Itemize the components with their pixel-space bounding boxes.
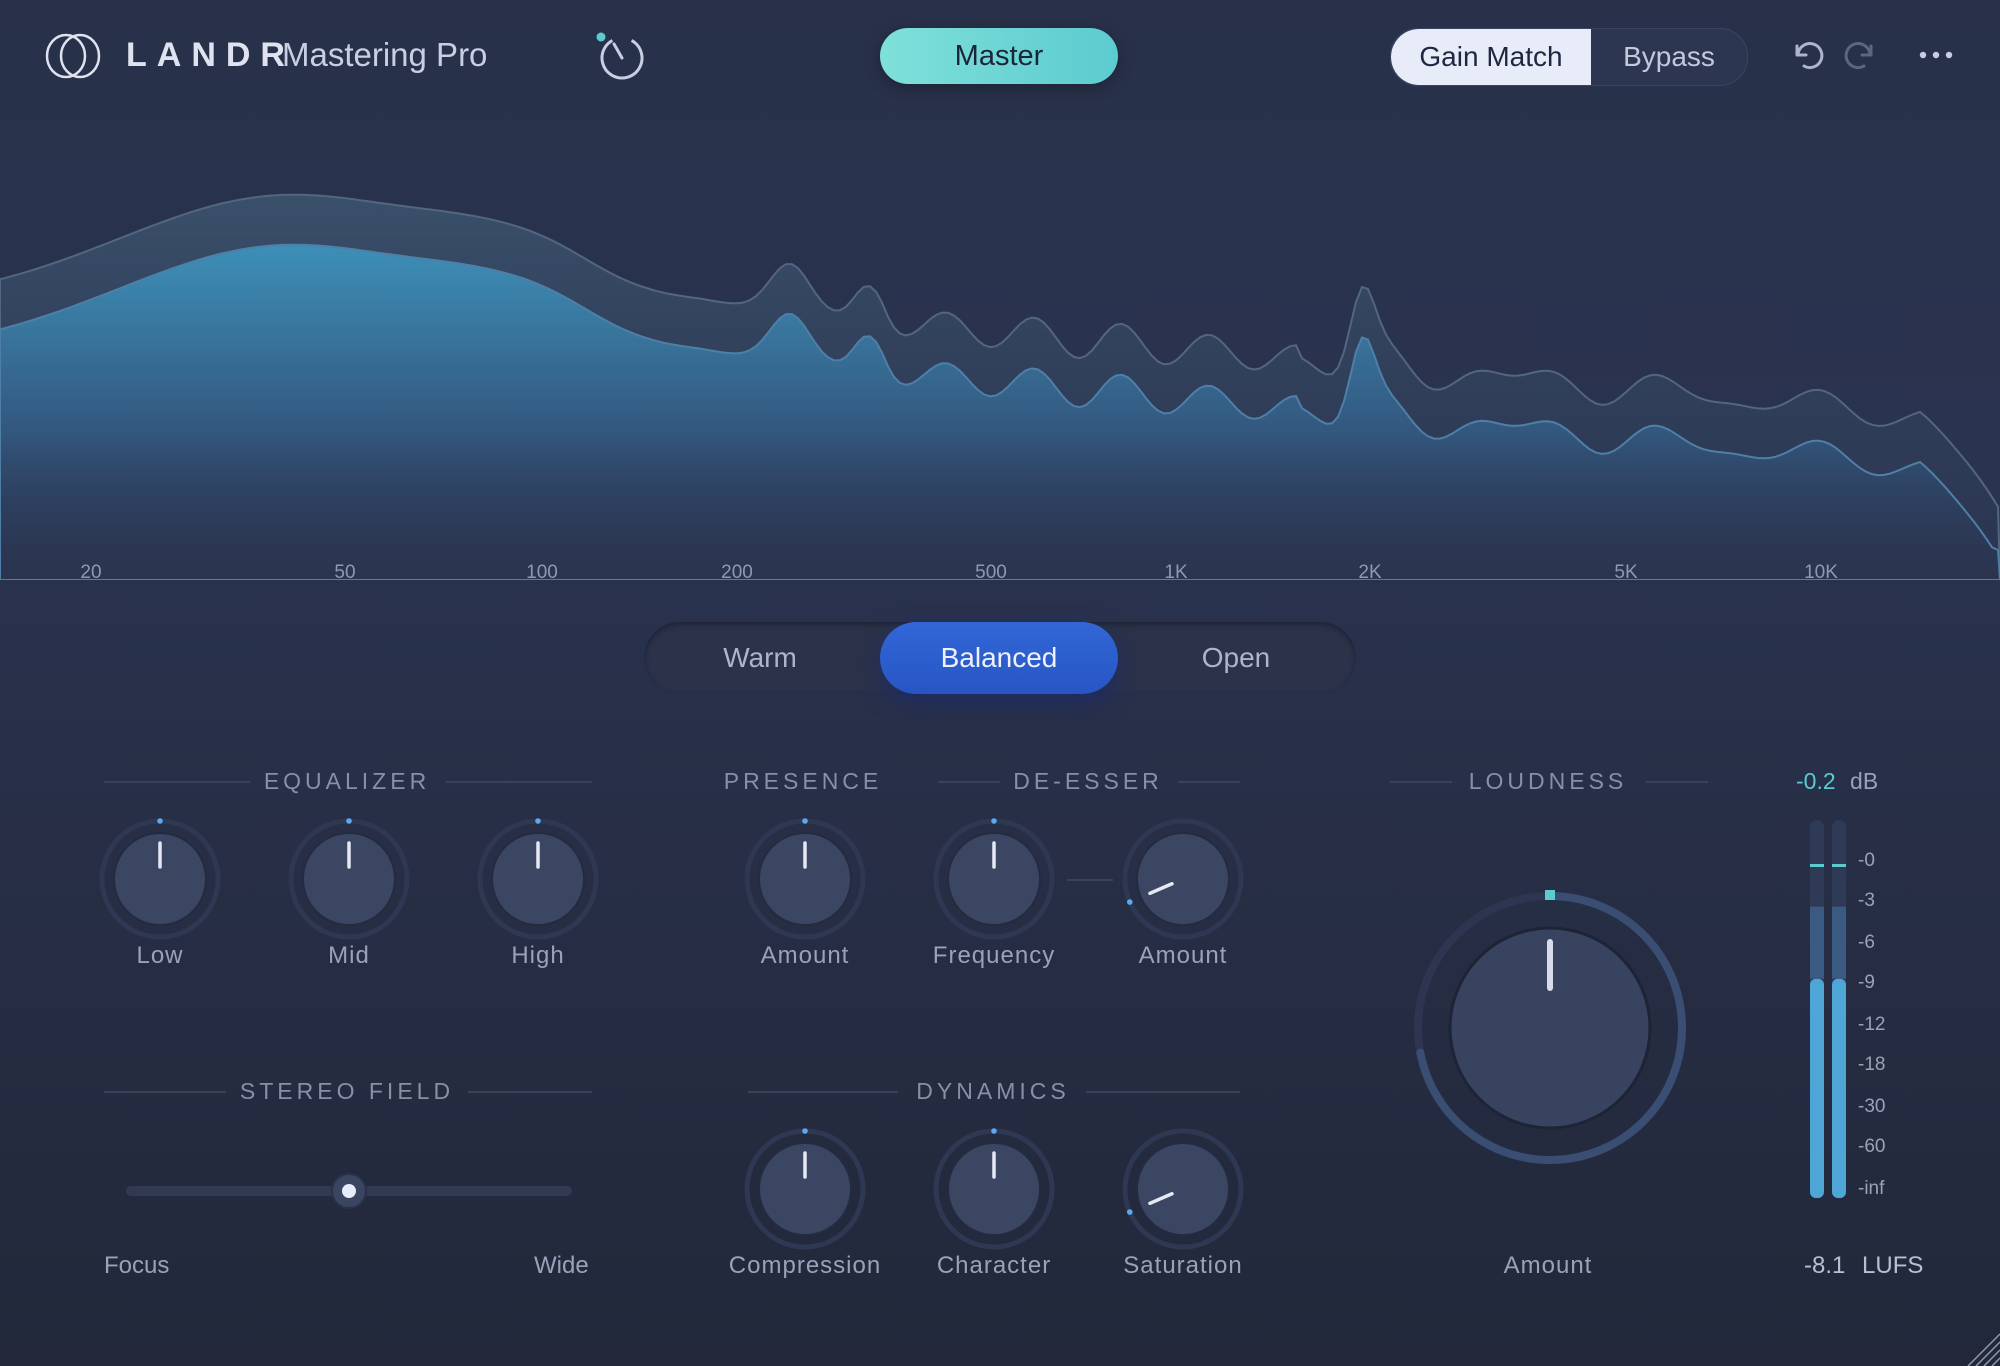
- gain-bypass-toggle: Gain Match Bypass: [1390, 28, 1748, 86]
- loudness-amount-knob[interactable]: [1412, 890, 1688, 1166]
- character-knob[interactable]: [933, 1128, 1055, 1250]
- compression-knob[interactable]: [744, 1128, 866, 1250]
- equalizer-line-left: [104, 781, 250, 783]
- saturation-label: Saturation: [1123, 1252, 1243, 1279]
- deesser-line-right: [1178, 781, 1240, 783]
- brand-name: LANDR: [126, 36, 295, 74]
- equalizer-title: EQUALIZER: [263, 768, 431, 794]
- resize-handle-icon[interactable]: [1960, 1326, 2000, 1366]
- knob-indicator: [991, 818, 997, 824]
- undo-icon[interactable]: [1788, 36, 1826, 74]
- knob-indicator: [1126, 899, 1133, 905]
- stereo-focus-label: Focus: [104, 1252, 170, 1279]
- freq-label: 2K: [1358, 562, 1382, 583]
- eq-low-knob[interactable]: [99, 818, 221, 940]
- meter-scale-label: -9: [1858, 972, 1875, 993]
- spectrum-display: [0, 193, 2000, 580]
- meter-scale-label: -inf: [1858, 1178, 1885, 1199]
- eq-high-knob[interactable]: [477, 818, 599, 940]
- loudness-line-right: [1646, 781, 1708, 783]
- stereo-slider-thumb[interactable]: [329, 1171, 369, 1211]
- freq-label: 50: [334, 562, 356, 583]
- eq-mid-knob[interactable]: [288, 818, 410, 940]
- tone-open[interactable]: Open: [1140, 622, 1332, 694]
- dial-icon[interactable]: [594, 30, 646, 82]
- eq-mid-label: Mid: [328, 942, 370, 969]
- loudness-target-marker: [1545, 890, 1555, 900]
- freq-label: 100: [526, 562, 558, 583]
- saturation-knob[interactable]: [1122, 1128, 1244, 1250]
- deesser-link-line: [1067, 879, 1113, 881]
- dynamics-line-right: [1086, 1091, 1240, 1093]
- meter-bar-fill: [1810, 978, 1824, 1198]
- freq-label: 20: [80, 562, 102, 583]
- more-icon[interactable]: [1918, 40, 1954, 70]
- freq-label: 1K: [1164, 562, 1188, 583]
- stereo-line-left: [104, 1091, 226, 1093]
- knob-indicator: [1126, 1209, 1133, 1215]
- knob-indicator: [346, 818, 352, 824]
- gain-match-button[interactable]: Gain Match: [1391, 29, 1591, 85]
- knob-indicator: [802, 818, 808, 824]
- deesser-amount-knob[interactable]: [1122, 818, 1244, 940]
- knob-indicator: [157, 818, 163, 824]
- stereo-wide-label: Wide: [534, 1252, 589, 1279]
- meter-scale-label: -6: [1858, 932, 1875, 953]
- eq-high-label: High: [511, 942, 565, 969]
- knob-indicator: [991, 1128, 997, 1134]
- output-meter: [1810, 820, 1846, 1198]
- presence-title: PRESENCE: [723, 768, 883, 794]
- meter-scale-label: -60: [1858, 1136, 1886, 1157]
- freq-label: 5K: [1614, 562, 1638, 583]
- presence-amount-label: Amount: [760, 942, 850, 969]
- deesser-frequency-label: Frequency: [932, 942, 1056, 969]
- meter-scale-label: -0: [1858, 850, 1875, 871]
- master-button[interactable]: Master: [880, 28, 1118, 84]
- tone-balanced[interactable]: Balanced: [880, 622, 1118, 694]
- meter-scale-label: -12: [1858, 1014, 1886, 1035]
- tone-warm[interactable]: Warm: [664, 622, 856, 694]
- compression-label: Compression: [728, 1252, 882, 1279]
- peak-value: -0.2: [1796, 768, 1836, 794]
- lufs-readout: -8.1 LUFS: [1804, 1252, 1923, 1280]
- deesser-amount-label: Amount: [1138, 942, 1228, 969]
- peak-unit: dB: [1850, 768, 1879, 794]
- deesser-title: DE-ESSER: [1013, 768, 1163, 794]
- knob-indicator: [802, 1128, 808, 1134]
- stereo-title: STEREO FIELD: [239, 1078, 455, 1104]
- lufs-unit: LUFS: [1862, 1252, 1924, 1279]
- meter-scale-label: -3: [1858, 890, 1875, 911]
- freq-label: 500: [975, 562, 1007, 583]
- dynamics-title: DYNAMICS: [916, 1078, 1070, 1104]
- deesser-frequency-knob[interactable]: [933, 818, 1055, 940]
- knob-indicator: [535, 818, 541, 824]
- loudness-amount-label: Amount: [1503, 1252, 1593, 1279]
- character-label: Character: [936, 1252, 1052, 1279]
- presence-amount-knob[interactable]: [744, 818, 866, 940]
- product-name: Mastering Pro: [282, 36, 488, 73]
- equalizer-line-right: [446, 781, 592, 783]
- freq-label: 10K: [1804, 562, 1838, 583]
- meter-bar-fill: [1832, 978, 1846, 1198]
- deesser-line-left: [938, 781, 1000, 783]
- dynamics-line-left: [748, 1091, 898, 1093]
- redo-icon[interactable]: [1842, 36, 1880, 74]
- meter-scale-label: -30: [1858, 1096, 1886, 1117]
- bypass-button[interactable]: Bypass: [1591, 29, 1747, 85]
- loudness-line-left: [1390, 781, 1452, 783]
- stereo-line-right: [468, 1091, 592, 1093]
- peak-readout: -0.2 dB: [1796, 768, 1878, 795]
- logo-icon: [45, 33, 101, 79]
- meter-scale-label: -18: [1858, 1054, 1886, 1075]
- loudness-title: LOUDNESS: [1468, 768, 1628, 794]
- lufs-value: -8.1: [1804, 1252, 1846, 1279]
- freq-label: 200: [721, 562, 753, 583]
- eq-low-label: Low: [136, 942, 184, 969]
